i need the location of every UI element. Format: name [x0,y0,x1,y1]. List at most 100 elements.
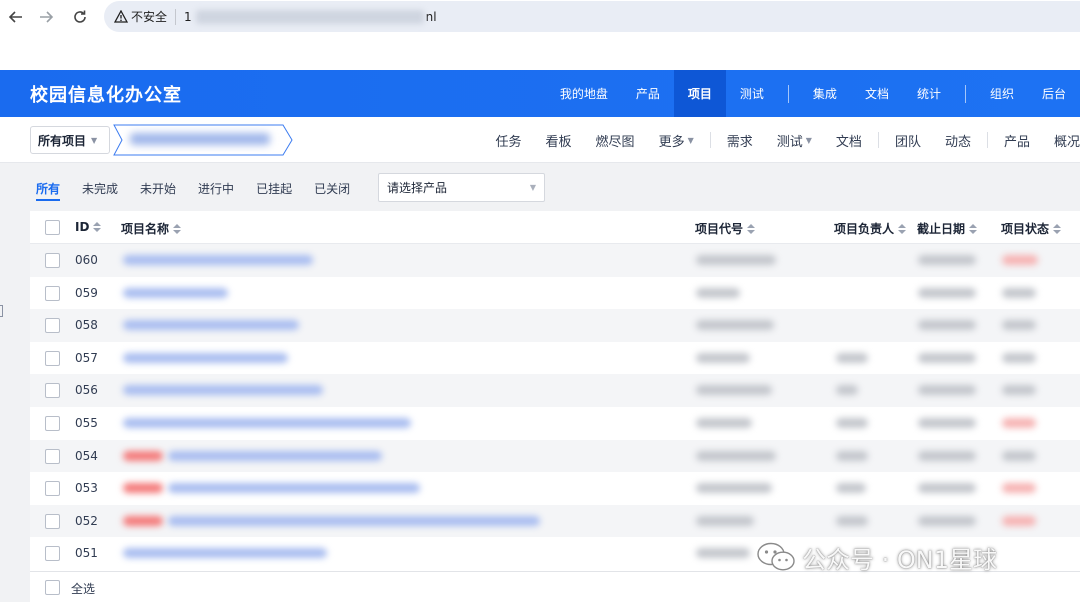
nav-docs[interactable]: 文档 [851,70,903,117]
column-header-code[interactable]: 项目代号 [695,220,756,237]
subnav-team[interactable]: 团队 [883,131,933,150]
project-code-redacted [696,385,772,396]
header-checkbox[interactable] [45,220,60,235]
nav-test[interactable]: 测试 [726,70,778,117]
select-all-checkbox[interactable] [45,580,60,595]
project-name-link[interactable] [168,450,382,461]
project-name-link[interactable] [123,385,323,396]
deadline-redacted [918,418,976,428]
filter-tab-closed[interactable]: 已关闭 [314,173,350,203]
nav-my-dashboard[interactable]: 我的地盘 [546,70,622,117]
subnav-kanban[interactable]: 看板 [534,131,584,150]
column-header-status[interactable]: 项目状态 [1001,220,1062,237]
insecure-label: 不安全 [131,10,168,24]
project-code-redacted [696,483,772,494]
row-id: 059 [75,285,98,300]
filter-tab-in-progress[interactable]: 进行中 [198,173,234,203]
table-row[interactable]: 055 [30,407,1080,440]
table-row[interactable]: 058 [30,309,1080,342]
sort-icon [173,223,182,235]
nav-admin[interactable]: 后台 [1028,70,1080,117]
owner-redacted [836,418,868,428]
filter-tab-unfinished[interactable]: 未完成 [82,173,118,203]
owner-redacted [836,515,868,526]
project-name-link[interactable] [168,515,540,526]
table-row[interactable]: 057 [30,342,1080,375]
url-divider [175,8,177,25]
product-select[interactable]: 请选择产品 ▼ [378,173,545,202]
table-row[interactable]: 054 [30,439,1080,473]
watermark-text: 公众号 · ON1星球 [802,545,997,574]
owner-redacted [836,450,868,461]
project-name-link[interactable] [123,548,327,559]
address-bar[interactable]: 不安全 1 nl [104,1,1080,32]
row-id: 058 [75,318,98,333]
row-checkbox[interactable] [45,383,60,399]
filter-tab-not-started[interactable]: 未开始 [140,173,176,203]
nav-integration[interactable]: 集成 [799,70,851,117]
column-header-id[interactable]: ID [75,220,102,234]
select-all-label[interactable]: 全选 [71,580,95,597]
row-checkbox[interactable] [45,285,60,301]
row-checkbox[interactable] [45,481,60,497]
project-code-redacted [696,515,754,526]
table-row[interactable]: 052 [30,504,1080,538]
row-checkbox[interactable] [45,318,60,334]
filter-tab-suspended[interactable]: 已挂起 [256,173,292,203]
subnav-requirements[interactable]: 需求 [715,131,765,150]
subnav-more[interactable]: 更多 ▼ [647,131,706,150]
nav-org[interactable]: 组织 [976,70,1028,117]
url-redacted [195,9,424,24]
chevron-down-icon: ▼ [529,183,536,192]
subnav-burndown[interactable]: 燃尽图 [584,131,647,150]
watermark: 公众号 · ON1星球 [756,540,997,574]
status-redacted [1002,287,1036,298]
subnav-docs[interactable]: 文档 [824,131,874,150]
table-row[interactable]: 053 [30,472,1080,505]
priority-tag-redacted [123,450,163,461]
table-row[interactable]: 060 [30,244,1080,277]
reload-icon[interactable] [64,1,96,33]
table-row[interactable]: 059 [30,277,1080,310]
row-checkbox[interactable] [45,513,60,529]
back-arrow-icon[interactable] [0,1,32,33]
chevron-down-icon: ▼ [687,135,694,145]
column-header-owner[interactable]: 项目负责人 [834,220,907,237]
row-checkbox[interactable] [45,350,60,366]
nav-product[interactable]: 产品 [622,70,674,117]
nav-divider [964,84,966,103]
table-header: ID 项目名称 项目代号 项目负责人 截止日期 项目状态 [30,211,1080,244]
subnav-test[interactable]: 测试 ▼ [765,131,824,150]
project-name-link[interactable] [123,352,288,363]
column-header-deadline[interactable]: 截止日期 [917,220,978,237]
project-name-link[interactable] [168,483,420,494]
row-checkbox[interactable] [45,448,60,464]
row-checkbox[interactable] [45,416,60,431]
project-name-link[interactable] [123,255,313,265]
row-checkbox[interactable] [45,546,60,562]
subnav-product[interactable]: 产品 [992,131,1042,150]
project-name-link[interactable] [123,320,299,331]
left-edge-marker [0,305,3,317]
subnav-overview[interactable]: 概况 [1042,131,1080,150]
status-redacted [1002,385,1036,396]
nav-stats[interactable]: 统计 [903,70,955,117]
subnav-activity[interactable]: 动态 [933,131,983,150]
row-checkbox[interactable] [45,253,60,268]
project-code-redacted [696,548,750,559]
project-select[interactable]: 所有项目 ▼ [30,126,110,154]
column-header-name[interactable]: 项目名称 [121,220,182,237]
nav-project[interactable]: 项目 [673,70,726,117]
project-name-link[interactable] [123,418,411,428]
subnav-tasks[interactable]: 任务 [484,131,534,150]
project-name-link[interactable] [123,287,228,298]
table-row[interactable]: 056 [30,374,1080,407]
product-select-placeholder: 请选择产品 [387,181,448,195]
row-id: 056 [75,383,98,398]
warning-triangle-icon [114,9,128,23]
column-label: ID [75,220,90,234]
chevron-down-icon: ▼ [91,135,98,145]
filter-tab-all[interactable]: 所有 [36,173,61,203]
forward-arrow-icon[interactable] [30,1,62,33]
owner-redacted [836,385,858,396]
